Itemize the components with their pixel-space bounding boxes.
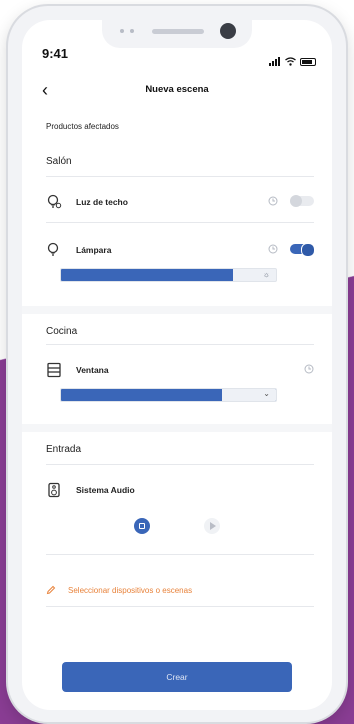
stop-button[interactable] [134, 518, 150, 534]
toggle-knob [301, 243, 315, 257]
room-label-salon: Salón [46, 156, 72, 167]
toggle-knob [290, 195, 302, 207]
speaker-icon [48, 482, 60, 498]
divider [46, 222, 314, 223]
divider [46, 606, 314, 607]
stop-icon [139, 523, 145, 529]
battery-icon [300, 58, 316, 66]
device-name: Luz de techo [76, 197, 128, 207]
phone-frame: 9:41 ‹ Nueva escena Productos afectados … [8, 6, 346, 722]
timer-icon[interactable] [268, 196, 278, 206]
status-bar: 9:41 [22, 20, 332, 66]
status-icons [269, 48, 316, 66]
page-title: Nueva escena [145, 84, 209, 95]
device-name: Sistema Audio [76, 485, 135, 495]
app-screen: 9:41 ‹ Nueva escena Productos afectados … [22, 20, 332, 710]
device-name: Lámpara [76, 245, 112, 255]
divider [46, 464, 314, 465]
nav-bar: ‹ Nueva escena [22, 80, 332, 106]
play-button[interactable] [204, 518, 220, 534]
toggle-switch-on[interactable] [290, 243, 315, 257]
timer-icon[interactable] [268, 244, 278, 254]
play-icon [210, 522, 216, 530]
divider [46, 554, 314, 555]
pencil-icon [46, 585, 56, 595]
brightness-slider[interactable]: ☼ [60, 268, 277, 282]
chevron-down-icon: ⌄ [263, 389, 270, 398]
device-row-ventana[interactable]: Ventana [46, 360, 314, 384]
status-time: 9:41 [42, 46, 69, 61]
timer-icon[interactable] [304, 364, 314, 374]
window-position-select[interactable]: ⌄ [60, 388, 277, 402]
device-row-lampara[interactable]: Lámpara [46, 240, 315, 264]
section-separator [22, 424, 332, 432]
divider [46, 176, 314, 177]
divider [46, 344, 314, 345]
bulb-icon [47, 194, 62, 209]
device-row-sistema-audio[interactable]: Sistema Audio [46, 480, 314, 504]
device-name: Ventana [76, 365, 109, 375]
toggle-switch-off[interactable] [290, 195, 314, 207]
section-separator [22, 306, 332, 314]
device-row-luz-de-techo[interactable]: Luz de techo [46, 192, 314, 216]
signal-icon [269, 48, 281, 66]
room-label-entrada: Entrada [46, 444, 82, 455]
create-button[interactable]: Crear [62, 662, 292, 692]
sun-icon: ☼ [262, 270, 270, 279]
brightness-fill [61, 269, 233, 281]
bulb-icon [47, 242, 59, 256]
wifi-icon [285, 57, 296, 66]
room-label-cocina: Cocina [46, 326, 78, 337]
window-icon [47, 362, 61, 378]
section-header: Productos afectados [46, 122, 119, 131]
select-devices-label: Seleccionar dispositivos o escenas [68, 586, 193, 595]
